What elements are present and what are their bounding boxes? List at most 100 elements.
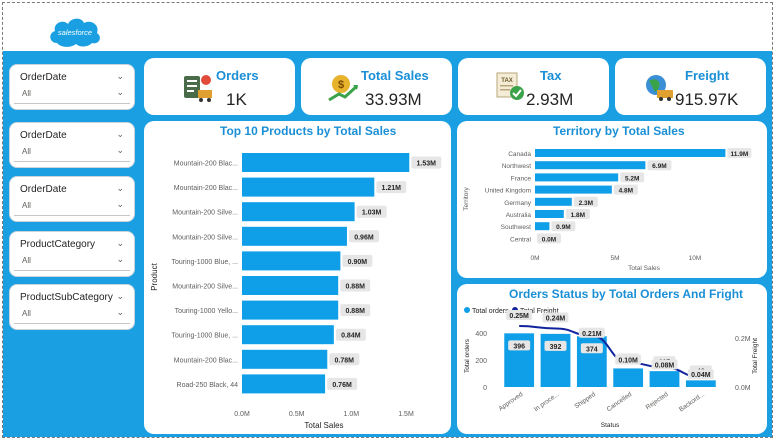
x-tick-label: Rejected [645, 391, 670, 412]
category-label: Central [510, 236, 532, 243]
slicer-product-category[interactable]: ProductCategory ⌄ All ⌄ [9, 231, 135, 277]
kpi-card-tax[interactable]: TAX Tax 2.93M [458, 58, 609, 115]
data-label: 1.03M [362, 210, 382, 217]
tax-icon: TAX [496, 72, 524, 100]
orders-status-chart-card[interactable]: Orders Status by Total Orders And Fright… [457, 284, 767, 434]
data-label: 0.88M [345, 284, 365, 291]
category-label: Touring-1000 Blue, ... [171, 333, 238, 340]
category-label: Mountain-200 Blac... [174, 161, 238, 168]
bar [242, 177, 375, 197]
slicer-order-date-1[interactable]: OrderDate ⌄ All ⌄ [9, 64, 135, 110]
slicer-dropdown[interactable]: All ⌄ [14, 84, 130, 104]
kpi-title: Tax [540, 68, 562, 83]
data-label: 0.0M [542, 236, 556, 243]
category-label: United Kingdom [485, 188, 531, 195]
slicer-label: OrderDate [20, 72, 67, 83]
data-label: 0.90M [348, 259, 368, 266]
chevron-down-icon: ⌄ [116, 307, 124, 317]
orders-icon [184, 75, 212, 102]
kpi-card-orders[interactable]: Orders 1K [144, 58, 295, 115]
territory-chart: Canada 11.9M Northwest 6.9M France 5.2M United… [463, 148, 752, 272]
category-label: Mountain-200 Blac... [174, 185, 238, 192]
category-label: Canada [508, 151, 531, 158]
data-label: 2.3M [579, 200, 593, 207]
kpi-card-freight[interactable]: Freight 915.97K [615, 58, 766, 115]
chevron-down-icon[interactable]: ⌄ [116, 71, 124, 82]
data-label: 0.76M [332, 382, 352, 389]
data-label: 392 [550, 344, 562, 351]
slicer-value: All [22, 256, 31, 265]
kpi-value: 915.97K [675, 90, 739, 109]
slicer-order-date-3[interactable]: OrderDate ⌄ All ⌄ [9, 176, 135, 222]
slicer-value: All [22, 201, 31, 210]
category-label: Mountain-200 Silve... [172, 234, 238, 241]
line-label: 0.04M [691, 372, 711, 379]
slicer-dropdown[interactable]: All ⌄ [14, 142, 130, 162]
category-label: Germany [504, 200, 531, 207]
data-label: 0.9M [556, 224, 570, 231]
category-label: France [511, 175, 532, 182]
slicer-dropdown[interactable]: All ⌄ [14, 251, 130, 271]
data-label: 5.2M [625, 175, 639, 182]
y2-tick-label: 0.0M [735, 385, 751, 392]
chevron-down-icon[interactable]: ⌄ [116, 129, 124, 140]
bar [685, 380, 716, 387]
legend-marker [464, 307, 470, 313]
slicer-label: OrderDate [20, 184, 67, 195]
x-tick-label: 1.0M [344, 411, 360, 418]
logo-text: salesforce [58, 28, 92, 37]
y-axis-title: Product [150, 262, 159, 290]
line-label: 0.21M [582, 331, 602, 338]
chevron-down-icon[interactable]: ⌄ [116, 183, 124, 194]
x-tick-label: 10M [689, 255, 702, 262]
bar [242, 349, 328, 369]
bar [535, 161, 646, 170]
kpi-card-total-sales[interactable]: $ Total Sales 33.93M [301, 58, 452, 115]
kpi-value: 2.93M [526, 90, 574, 109]
data-label: 1.8M [571, 212, 585, 219]
category-label: Mountain-200 Blac... [174, 357, 238, 364]
orders-status-chart: Total orders Total Freight 0 200 400 0.2M 0.0M… [464, 307, 759, 429]
line-label: 0.08M [655, 362, 675, 369]
bar [242, 251, 341, 271]
x-tick-label: Cancelled [606, 391, 634, 414]
data-label: 0.88M [345, 308, 365, 315]
legend-label: Total orders [472, 308, 509, 315]
top-products-chart-card[interactable]: Top 10 Products by Total Sales Mountain-… [144, 121, 451, 434]
slicer-product-subcategory[interactable]: ProductSubCategory ⌄ All ⌄ [9, 284, 135, 330]
bar [535, 149, 726, 157]
bar [535, 222, 550, 231]
y-axis-title: Territory [463, 187, 470, 211]
x-tick-label: Shipped [573, 391, 597, 411]
line-label: 0.10M [618, 358, 638, 365]
territory-chart-card[interactable]: Territory by Total Sales Canada 11.9M Nort… [457, 121, 767, 278]
slicer-dropdown[interactable]: All ⌄ [14, 304, 130, 324]
kpi-title: Freight [685, 68, 730, 83]
data-label: 374 [586, 346, 598, 353]
bar [242, 276, 339, 295]
chevron-down-icon[interactable]: ⌄ [116, 291, 124, 302]
data-label: 6.9M [652, 163, 666, 170]
slicer-dropdown[interactable]: All ⌄ [14, 196, 130, 216]
kpi-value: 1K [226, 90, 247, 109]
category-label: Northwest [502, 163, 531, 170]
slicer-order-date-2[interactable]: OrderDate ⌄ All ⌄ [9, 122, 135, 168]
data-label: 0.96M [354, 234, 374, 241]
y-axis-title: Total orders [464, 338, 471, 373]
category-label: Southwest [501, 224, 532, 231]
category-label: Road-250 Black, 44 [177, 382, 239, 389]
sales-icon: $ [328, 75, 359, 102]
bar [649, 371, 680, 387]
chevron-down-icon: ⌄ [116, 254, 124, 264]
data-label: 1.53M [417, 161, 437, 168]
x-axis-title: Total Sales [628, 265, 661, 272]
category-label: Mountain-200 Silve... [172, 210, 238, 217]
chevron-down-icon[interactable]: ⌄ [116, 238, 124, 249]
x-tick-label: Approved [498, 391, 525, 413]
y-tick-label: 400 [475, 331, 487, 338]
slicer-label: ProductCategory [20, 239, 96, 250]
chevron-down-icon: ⌄ [116, 199, 124, 209]
top-products-chart: Mountain-200 Blac... 1.53M Mountain-200 Bl… [150, 153, 442, 430]
kpi-title: Total Sales [361, 68, 429, 83]
svg-text:$: $ [338, 79, 344, 91]
